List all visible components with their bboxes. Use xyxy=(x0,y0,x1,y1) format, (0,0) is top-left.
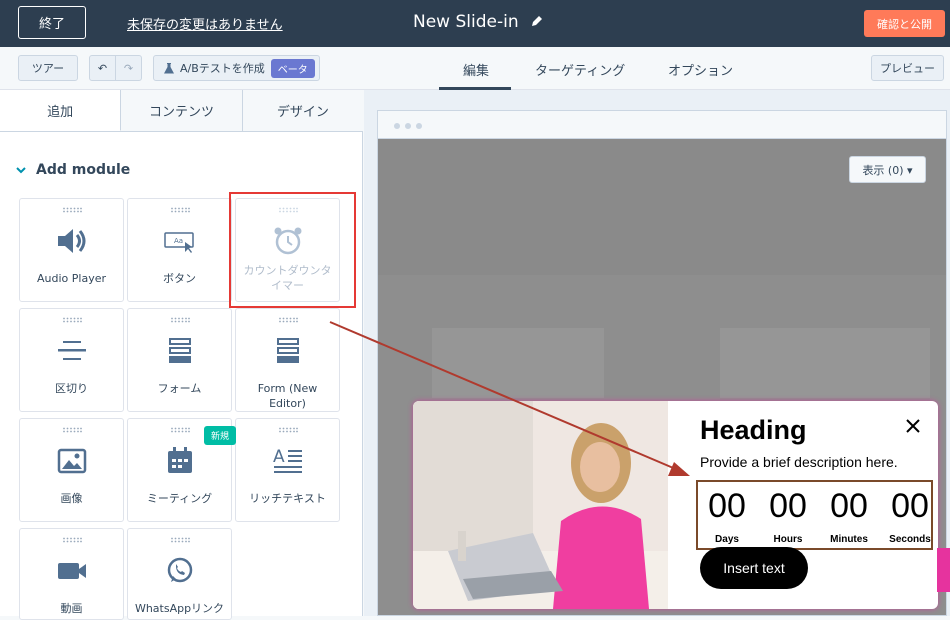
module-rich-text[interactable]: A リッチテキスト xyxy=(235,418,340,522)
placeholder-block xyxy=(720,328,930,398)
svg-text:A: A xyxy=(273,447,285,467)
exit-button[interactable]: 終了 xyxy=(18,6,86,39)
form-icon xyxy=(169,338,191,363)
drag-handle-icon[interactable] xyxy=(62,537,82,543)
placeholder-block xyxy=(432,328,604,398)
pencil-icon[interactable] xyxy=(530,14,544,28)
chevron-down-icon xyxy=(16,167,26,174)
countdown-days-value: 00 xyxy=(708,487,746,525)
countdown-seconds-value: 00 xyxy=(891,487,929,525)
browser-dot xyxy=(405,123,411,129)
toolbar: ツアー ↶ ↷ A/Bテストを作成 ベータ 編集 ターゲティング オプション プ… xyxy=(0,47,950,90)
calendar-icon xyxy=(168,447,192,473)
insert-text-button[interactable]: Insert text xyxy=(700,547,808,589)
drag-handle-icon[interactable] xyxy=(278,427,298,433)
module-label: Form (New Editor) xyxy=(257,382,318,410)
new-badge: 新規 xyxy=(204,426,237,445)
tab-targeting[interactable]: ターゲティング xyxy=(535,60,625,79)
countdown-minutes-value: 00 xyxy=(830,487,868,525)
drag-handle-icon[interactable] xyxy=(278,317,298,323)
module-image[interactable]: 画像 xyxy=(19,418,124,522)
preview-button[interactable]: プレビュー xyxy=(871,55,944,81)
ab-test-label: A/Bテストを作成 xyxy=(180,62,265,75)
beta-badge: ベータ xyxy=(270,58,315,78)
countdown-days-label: Days xyxy=(715,534,739,545)
image-icon xyxy=(57,448,87,474)
panel-tab-contents[interactable]: コンテンツ xyxy=(121,90,243,131)
flask-icon xyxy=(164,62,174,73)
module-label: 画像 xyxy=(60,492,83,505)
panel-tabs: 追加 コンテンツ デザイン xyxy=(0,90,363,132)
undo-icon[interactable]: ↶ xyxy=(89,55,116,81)
countdown-hours-value: 00 xyxy=(769,487,807,525)
module-label: ミーティング xyxy=(146,492,213,505)
panel-tab-design[interactable]: デザイン xyxy=(242,90,363,131)
ab-test-button[interactable]: A/Bテストを作成 ベータ xyxy=(153,55,320,81)
add-module-header[interactable]: Add module xyxy=(16,162,130,178)
module-form-new-editor[interactable]: Form (New Editor) xyxy=(235,308,340,412)
module-form[interactable]: フォーム xyxy=(127,308,232,412)
module-whatsapp-link[interactable]: WhatsAppリンク xyxy=(127,528,232,620)
drag-handle-icon[interactable] xyxy=(170,207,190,213)
drag-handle-icon[interactable] xyxy=(62,317,82,323)
slide-in-heading[interactable]: Heading xyxy=(700,415,807,446)
add-module-title: Add module xyxy=(36,162,131,178)
button-icon: Aa xyxy=(164,232,194,253)
module-label: 区切り xyxy=(55,382,88,395)
browser-dot xyxy=(416,123,422,129)
browser-dot xyxy=(394,123,400,129)
module-label: Audio Player xyxy=(37,272,106,285)
video-icon xyxy=(58,563,86,579)
form-icon xyxy=(277,338,299,363)
module-label: WhatsAppリンク xyxy=(134,602,225,615)
module-label: ボタン xyxy=(163,272,196,285)
drag-handle-icon[interactable] xyxy=(170,537,190,543)
unsaved-status-link[interactable]: 未保存の変更はありません xyxy=(127,14,283,33)
countdown-seconds-label: Seconds xyxy=(889,534,931,545)
drag-handle-icon[interactable] xyxy=(170,317,190,323)
svg-text:Aa: Aa xyxy=(174,237,183,245)
module-divider[interactable]: 区切り xyxy=(19,308,124,412)
module-video[interactable]: 動画 xyxy=(19,528,124,620)
highlight-box xyxy=(229,192,356,308)
show-dropdown-button[interactable]: 表示 (0) ▾ xyxy=(849,156,926,183)
top-bar: 終了 未保存の変更はありません New Slide-in 確認と公開 xyxy=(0,0,950,47)
page-title: New Slide-in xyxy=(413,12,519,32)
module-audio-player[interactable]: Audio Player xyxy=(19,198,124,302)
slide-in-description[interactable]: Provide a brief description here. xyxy=(700,454,898,470)
drag-handle-icon[interactable] xyxy=(62,427,82,433)
side-widget-tab[interactable] xyxy=(937,548,950,592)
whatsapp-icon xyxy=(167,557,193,583)
browser-bar xyxy=(378,111,946,139)
panel-tab-add[interactable]: 追加 xyxy=(0,90,122,131)
rich-text-icon: A xyxy=(273,447,302,473)
drag-handle-icon[interactable] xyxy=(170,427,190,433)
speaker-icon xyxy=(58,229,86,253)
divider-icon xyxy=(58,341,86,360)
tab-edit[interactable]: 編集 xyxy=(463,60,489,79)
woman-laptop-image xyxy=(413,401,668,609)
module-label: フォーム xyxy=(157,382,202,395)
tour-button[interactable]: ツアー xyxy=(18,55,78,81)
drag-handle-icon[interactable] xyxy=(62,207,82,213)
review-publish-button[interactable]: 確認と公開 xyxy=(864,10,945,37)
module-button[interactable]: Aa ボタン xyxy=(127,198,232,302)
close-icon[interactable] xyxy=(904,417,922,435)
module-label: 動画 xyxy=(60,602,83,615)
module-label: リッチテキスト xyxy=(249,492,326,505)
countdown-hours-label: Hours xyxy=(773,534,803,545)
redo-icon[interactable]: ↷ xyxy=(115,55,142,81)
countdown-minutes-label: Minutes xyxy=(830,534,868,545)
tab-options[interactable]: オプション xyxy=(668,60,733,79)
